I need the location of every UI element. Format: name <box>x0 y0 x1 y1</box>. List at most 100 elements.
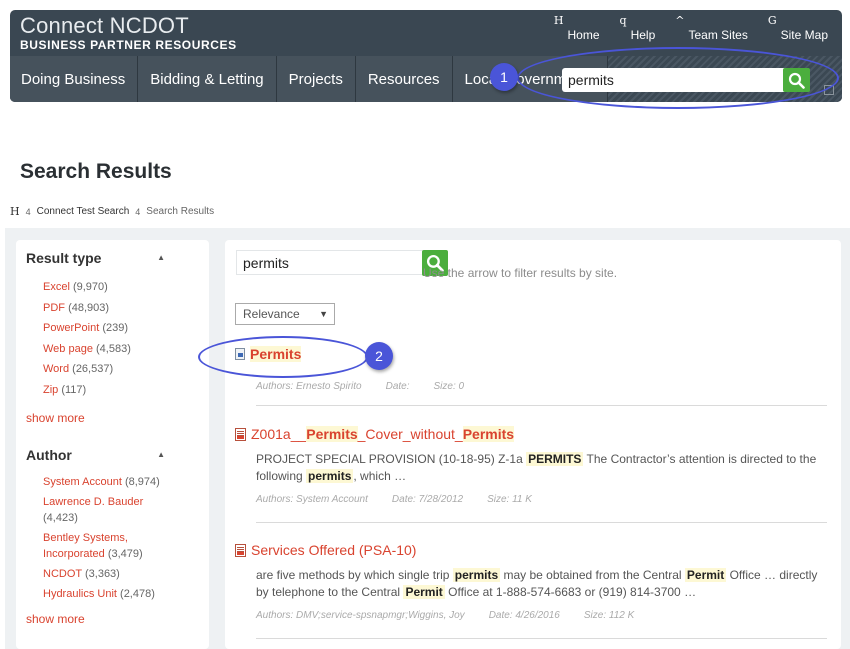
breadcrumb-item-connect-test-search[interactable]: Connect Test Search <box>37 206 130 217</box>
sort-select-value: Relevance <box>243 307 300 321</box>
facet-item-label[interactable]: NCDOT <box>43 568 82 580</box>
facet-item-count: (4,583) <box>96 342 131 355</box>
facet-item-label[interactable]: System Account <box>43 476 122 488</box>
facet-item-count: (9,970) <box>72 281 108 293</box>
facet-item-pdf[interactable]: PDF (48,903) <box>43 298 199 319</box>
search-hint: Use the arrow to filter results by site. <box>423 266 618 280</box>
results-search-input[interactable] <box>237 251 397 274</box>
facet-item-count: (8,974) <box>124 476 160 488</box>
sort-select[interactable]: Relevance ▼ <box>235 303 335 325</box>
pdf-icon <box>235 427 246 441</box>
result-title-text: Services Offered (PSA-10) <box>251 542 417 558</box>
facet-result-type-header[interactable]: Result type ▲ <box>26 250 199 266</box>
result-divider <box>256 405 827 406</box>
callout-ring-search <box>517 47 839 109</box>
title-highlight: Permits <box>306 426 358 442</box>
show-more-result-type[interactable]: show more <box>26 411 199 425</box>
site-map-link[interactable]: G Site Map <box>768 14 828 42</box>
facet-item-count: (4,423) <box>43 512 78 524</box>
facet-item-web-page[interactable]: Web page (4,583) <box>43 339 199 360</box>
facet-item-label[interactable]: Word <box>43 363 69 375</box>
facet-item-label[interactable]: Zip <box>43 384 58 396</box>
chevron-down-icon: ▼ <box>319 309 328 319</box>
snippet-highlight: Permit <box>684 568 727 582</box>
snippet-text: PROJECT SPECIAL PROVISION (10-18-95) Z-1… <box>256 452 527 466</box>
refiner-sidebar: Result type ▲ Excel (9,970) PDF (48,903)… <box>16 240 209 649</box>
facet-item-label[interactable]: Lawrence D. Bauder <box>43 496 143 508</box>
facet-item-ncdot[interactable]: NCDOT (3,363) <box>43 566 173 582</box>
title-highlight: Permits <box>462 426 515 442</box>
facet-item-count: (2,478) <box>120 588 155 600</box>
team-sites-link-label: Team Sites <box>688 28 748 42</box>
caret-up-icon[interactable]: ▲ <box>157 253 165 266</box>
result-meta: Authors: Ernesto Spirito Date: Size: 0 <box>256 381 827 392</box>
result-authors: Authors: DMV;service-spsnapmgr;Wiggins, … <box>256 610 465 621</box>
site-map-link-label: Site Map <box>780 28 828 42</box>
facet-item-lawrence-bauder[interactable]: Lawrence D. Bauder (4,423) <box>43 494 173 526</box>
facet-item-count: (26,537) <box>72 363 114 375</box>
breadcrumb: H 4 Connect Test Search 4 Search Results <box>10 205 214 218</box>
snippet-highlight: permits <box>306 469 354 483</box>
result-meta: Authors: System Account Date: 7/28/2012 … <box>256 494 827 505</box>
facet-item-hydraulics-unit[interactable]: Hydraulics Unit (2,478) <box>43 586 173 602</box>
caret-up-icon[interactable]: ▲ <box>157 450 165 463</box>
utility-links: H Home q Help ^ Team Sites G Site Map <box>554 14 828 42</box>
breadcrumb-home-icon[interactable]: H <box>10 205 20 218</box>
facet-author-header[interactable]: Author ▲ <box>26 447 199 463</box>
site-map-icon: G <box>767 14 777 27</box>
result-date: Date: <box>385 381 410 392</box>
callout-badge-1: 1 <box>490 63 518 91</box>
help-icon: q <box>619 14 627 27</box>
facet-item-powerpoint[interactable]: PowerPoint (239) <box>43 318 199 339</box>
breadcrumb-item-search-results: Search Results <box>146 206 215 217</box>
facet-item-label[interactable]: PDF <box>43 302 65 314</box>
facet-item-system-account[interactable]: System Account (8,974) <box>43 474 173 490</box>
title-segment: _Cover_without_ <box>357 426 463 442</box>
facet-item-excel[interactable]: Excel (9,970) <box>43 277 199 298</box>
nav-bidding-letting[interactable]: Bidding & Letting <box>138 56 277 102</box>
help-link-label: Help <box>630 28 656 42</box>
facet-item-label[interactable]: Web page <box>43 343 93 355</box>
pdf-icon <box>235 543 246 557</box>
breadcrumb-separator-icon: 4 <box>135 206 141 217</box>
site-logo[interactable]: Connect NCDOT BUSINESS PARTNER RESOURCES <box>20 13 237 53</box>
facet-item-count: (3,363) <box>84 568 120 580</box>
facet-item-label[interactable]: PowerPoint <box>43 322 99 334</box>
facet-item-zip[interactable]: Zip (117) <box>43 380 199 401</box>
results-panel: Use the arrow to filter results by site.… <box>198 240 841 649</box>
snippet-text: are five methods by which single trip <box>256 568 453 582</box>
snippet-text: , which … <box>353 469 407 483</box>
facet-result-type-heading: Result type <box>26 250 102 266</box>
result-size: Size: 112 K <box>583 610 635 621</box>
result-title-text: Z001a__Permits_Cover_without_Permits <box>251 426 515 442</box>
result-title-link[interactable]: Z001a__Permits_Cover_without_Permits <box>235 426 827 442</box>
team-sites-icon: ^ <box>675 14 685 27</box>
result-title-link[interactable]: Services Offered (PSA-10) <box>235 542 827 558</box>
nav-projects[interactable]: Projects <box>276 56 356 102</box>
help-link[interactable]: q Help <box>620 14 656 42</box>
team-sites-link[interactable]: ^ Team Sites <box>675 14 748 42</box>
show-more-author[interactable]: show more <box>26 612 199 626</box>
home-link[interactable]: H Home <box>554 14 600 42</box>
snippet-text: may be obtained from the Central <box>500 568 685 582</box>
facet-item-label[interactable]: Hydraulics Unit <box>43 588 117 600</box>
result-authors: Authors: Ernesto Spirito <box>256 381 362 392</box>
results-search-box <box>236 250 448 276</box>
result-divider <box>256 522 827 523</box>
result-date: Date: 7/28/2012 <box>391 494 464 505</box>
facet-item-label[interactable]: Excel <box>43 281 70 293</box>
breadcrumb-separator-icon: 4 <box>25 206 31 217</box>
snippet-text: Office at 1-888-574-6683 or (919) 814-37… <box>444 585 697 599</box>
facet-author-list: System Account (8,974) Lawrence D. Baude… <box>43 474 173 602</box>
facet-item-bentley-systems[interactable]: Bentley Systems, Incorporated (3,479) <box>43 530 173 562</box>
facet-item-word[interactable]: Word (26,537) <box>43 359 199 380</box>
nav-resources[interactable]: Resources <box>355 56 453 102</box>
callout-badge-2: 2 <box>365 342 393 370</box>
result-snippet: are five methods by which single trip pe… <box>256 567 827 601</box>
snippet-highlight: Permit <box>403 585 445 599</box>
page-title: Search Results <box>20 160 172 183</box>
brand-title: Connect NCDOT <box>20 13 189 38</box>
nav-doing-business[interactable]: Doing Business <box>10 56 139 102</box>
callout-ring-result <box>198 336 368 378</box>
result-meta: Authors: DMV;service-spsnapmgr;Wiggins, … <box>256 610 827 621</box>
